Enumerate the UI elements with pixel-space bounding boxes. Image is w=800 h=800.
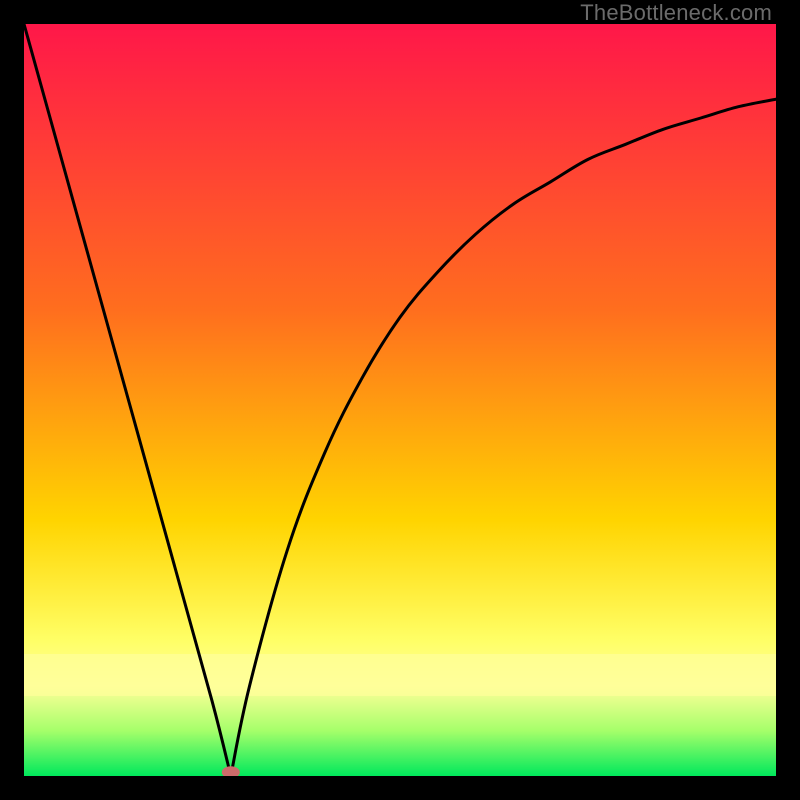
watermark-text: TheBottleneck.com xyxy=(580,0,772,26)
bottleneck-chart xyxy=(24,24,776,776)
chart-frame xyxy=(24,24,776,776)
yellow-band xyxy=(24,654,776,696)
